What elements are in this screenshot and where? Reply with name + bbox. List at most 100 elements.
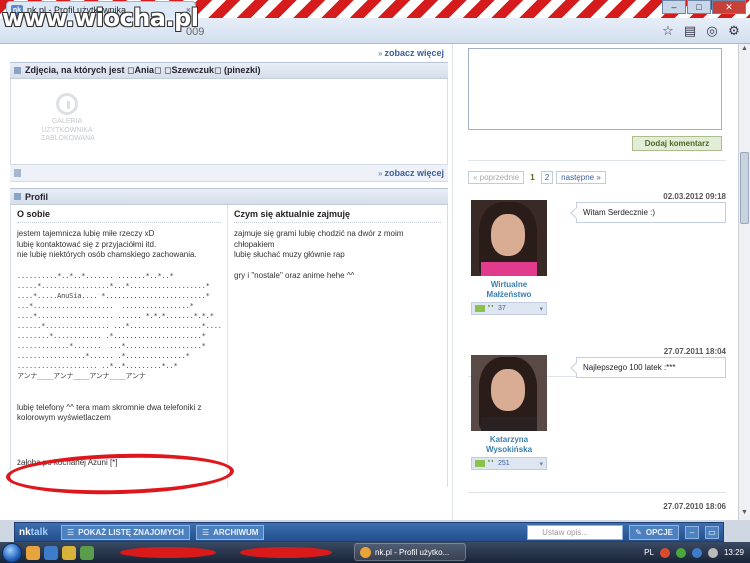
see-more-link-bottom[interactable]: » zobacz więcej — [378, 168, 444, 178]
scroll-up-icon[interactable]: ▲ — [740, 45, 749, 55]
volume-icon[interactable] — [707, 547, 718, 558]
phones-text: lubię telefony ^^ tera mam skromnie dwa … — [17, 402, 204, 423]
commenter-name[interactable]: Katarzyna Wysokińska — [471, 435, 547, 455]
folder-quicklaunch-icon[interactable] — [62, 545, 76, 560]
minimize-button[interactable]: – — [662, 0, 686, 14]
doing-title: Czym się aktualnie zajmuję — [234, 209, 441, 223]
avatar-face — [491, 369, 525, 411]
comment-date: 02.03.2012 09:18 — [663, 192, 726, 201]
section-icon — [14, 67, 21, 74]
photos-header: Zdjęcia, na których jest ◻Ania◻ ◻Szewczu… — [10, 62, 448, 79]
comment-entry: 27.07.2011 18:04 Katarzyna Wysokińska ﾟﾟ… — [468, 347, 726, 477]
message-icon[interactable] — [475, 460, 485, 467]
redacted-mark — [120, 547, 216, 558]
wrench-icon[interactable]: ⚙ — [726, 23, 742, 39]
about-text: jestem tajemnicza lubię miłe rzeczy xD l… — [17, 229, 197, 259]
message-icon[interactable] — [475, 305, 485, 312]
scroll-down-icon[interactable]: ▼ — [740, 509, 749, 519]
friends-count: 251 — [498, 460, 510, 467]
commenter-actions: ﾟﾟ 251 ▾ — [471, 457, 547, 470]
current-page: 1 — [530, 173, 535, 182]
avatar[interactable] — [471, 200, 547, 276]
watermark-logo: www.wiocha.pl — [2, 4, 199, 32]
chat-window-button[interactable]: ▭ — [705, 525, 719, 539]
section-icon — [14, 193, 21, 200]
profile-grid: O sobie jestem tajemnicza lubię miłe rze… — [10, 205, 448, 487]
photos-header-title: Zdjęcia, na których jest ◻Ania◻ ◻Szewczu… — [25, 65, 261, 75]
locked-gallery: GALERIA UŻYTKOWNIKA ZABLOKOWANA — [41, 93, 95, 144]
avatar[interactable] — [471, 355, 547, 431]
lock-icon — [56, 93, 78, 115]
start-button[interactable] — [2, 542, 22, 563]
network-icon[interactable] — [691, 547, 702, 558]
nktalk-bar: nktalk ☰ POKAŻ LISTĘ ZNAJOMYCH ☰ ARCHIWUM … — [14, 522, 724, 542]
page-2-link[interactable]: 2 — [540, 171, 554, 184]
left-column: » zobacz więcej Zdjęcia, na których jest … — [5, 44, 448, 497]
minimize-chat-button[interactable]: – — [685, 525, 699, 539]
scrollbar-thumb[interactable] — [740, 152, 749, 224]
explorer-quicklaunch-icon[interactable] — [44, 545, 58, 560]
friends-count: 37 — [498, 305, 506, 312]
about-title: O sobie — [17, 209, 221, 223]
comment-entry: 27.07.2010 18:06 — [468, 502, 726, 520]
comments-pager: « poprzednie 1 2 następne » — [468, 171, 606, 184]
avatar-face — [491, 214, 525, 256]
clock: 13:29 — [723, 548, 744, 557]
tray-icon[interactable] — [659, 547, 670, 558]
browser-quicklaunch-icon[interactable] — [26, 545, 40, 560]
taskbar-active-window[interactable]: nk.pl - Profil użytko... — [354, 543, 466, 561]
toolbar-icons: ☆ ▤ ◎ ⚙ — [660, 23, 742, 39]
comment-bubble: Witam Serdecznie :) — [576, 202, 726, 223]
right-column: Dodaj komentarz « poprzednie 1 2 następn… — [456, 44, 732, 511]
page-icon[interactable]: ▤ — [682, 23, 698, 39]
list-icon: ☰ — [201, 527, 210, 537]
archive-button[interactable]: ☰ ARCHIWUM — [195, 524, 265, 540]
nktalk-logo: nktalk — [19, 526, 48, 538]
windows-taskbar: nk.pl - Profil użytko... PL 13:29 — [0, 542, 750, 563]
comment-date: 27.07.2011 18:04 — [663, 347, 726, 356]
comment-bubble: Najlepszego 100 latek :*** — [576, 357, 726, 378]
prev-page-button[interactable]: « poprzednie — [468, 171, 525, 184]
commenter-card: Wirtualne Małżeństwo ﾟﾟ 37 ▾ — [471, 200, 547, 315]
next-page-button[interactable]: następne » — [556, 171, 606, 184]
doing-text: zajmuje się grami lubię chodzić na dwór … — [234, 229, 404, 280]
chevron-icon: » — [378, 169, 383, 178]
star-icon[interactable]: ☆ — [660, 23, 676, 39]
extension-icon[interactable]: ◎ — [704, 23, 720, 39]
chevron-icon: » — [378, 49, 383, 58]
window-controls: – □ ✕ — [662, 0, 746, 14]
tray-icon[interactable] — [675, 547, 686, 558]
app-quicklaunch-icon[interactable] — [80, 545, 94, 560]
comment-textarea[interactable] — [468, 48, 722, 130]
list-icon: ☰ — [67, 527, 75, 537]
page-content: » zobacz więcej Zdjęcia, na których jest … — [0, 44, 738, 520]
friends-icon: ﾟﾟ — [488, 305, 495, 313]
close-window-button[interactable]: ✕ — [712, 0, 746, 14]
divider — [468, 160, 726, 161]
pencil-icon: ✎ — [635, 527, 642, 537]
comment-entry: 02.03.2012 09:18 Wirtualne Małżeństwo ﾟﾟ… — [468, 192, 726, 322]
add-comment-button[interactable]: Dodaj komentarz — [632, 136, 722, 151]
system-tray: PL 13:29 — [644, 542, 750, 563]
options-button[interactable]: ✎ OPCJE — [629, 524, 679, 540]
commenter-actions: ﾟﾟ 37 ▾ — [471, 302, 547, 315]
see-more-link-top[interactable]: » zobacz więcej — [10, 44, 448, 62]
ascii-art: ..........*..*..*....... .......*..*..* … — [17, 271, 221, 380]
doing-column: Czym się aktualnie zajmuję zajmuje się g… — [228, 205, 447, 487]
locked-gallery-text: GALERIA UŻYTKOWNIKA ZABLOKOWANA — [41, 118, 95, 142]
commenter-name[interactable]: Wirtualne Małżeństwo — [471, 280, 547, 300]
maximize-button[interactable]: □ — [687, 0, 711, 14]
redacted-mark — [240, 547, 332, 558]
page-scrollbar[interactable]: ▲ ▼ — [738, 44, 750, 520]
chevron-down-icon[interactable]: ▾ — [539, 305, 543, 313]
show-friends-button[interactable]: ☰ POKAŻ LISTĘ ZNAJOMYCH — [61, 524, 190, 540]
avatar-clothing — [481, 417, 537, 431]
photos-footer: » zobacz więcej — [10, 164, 448, 182]
chevron-down-icon[interactable]: ▾ — [539, 460, 543, 468]
commenter-card: Katarzyna Wysokińska ﾟﾟ 251 ▾ — [471, 355, 547, 470]
divider — [468, 492, 726, 493]
status-input[interactable]: Ustaw opis... — [527, 524, 624, 540]
language-indicator[interactable]: PL — [644, 548, 654, 557]
mourning-text: żałoba po kochanej Azuni [*] — [17, 457, 118, 467]
profile-header: Profil — [10, 188, 448, 205]
